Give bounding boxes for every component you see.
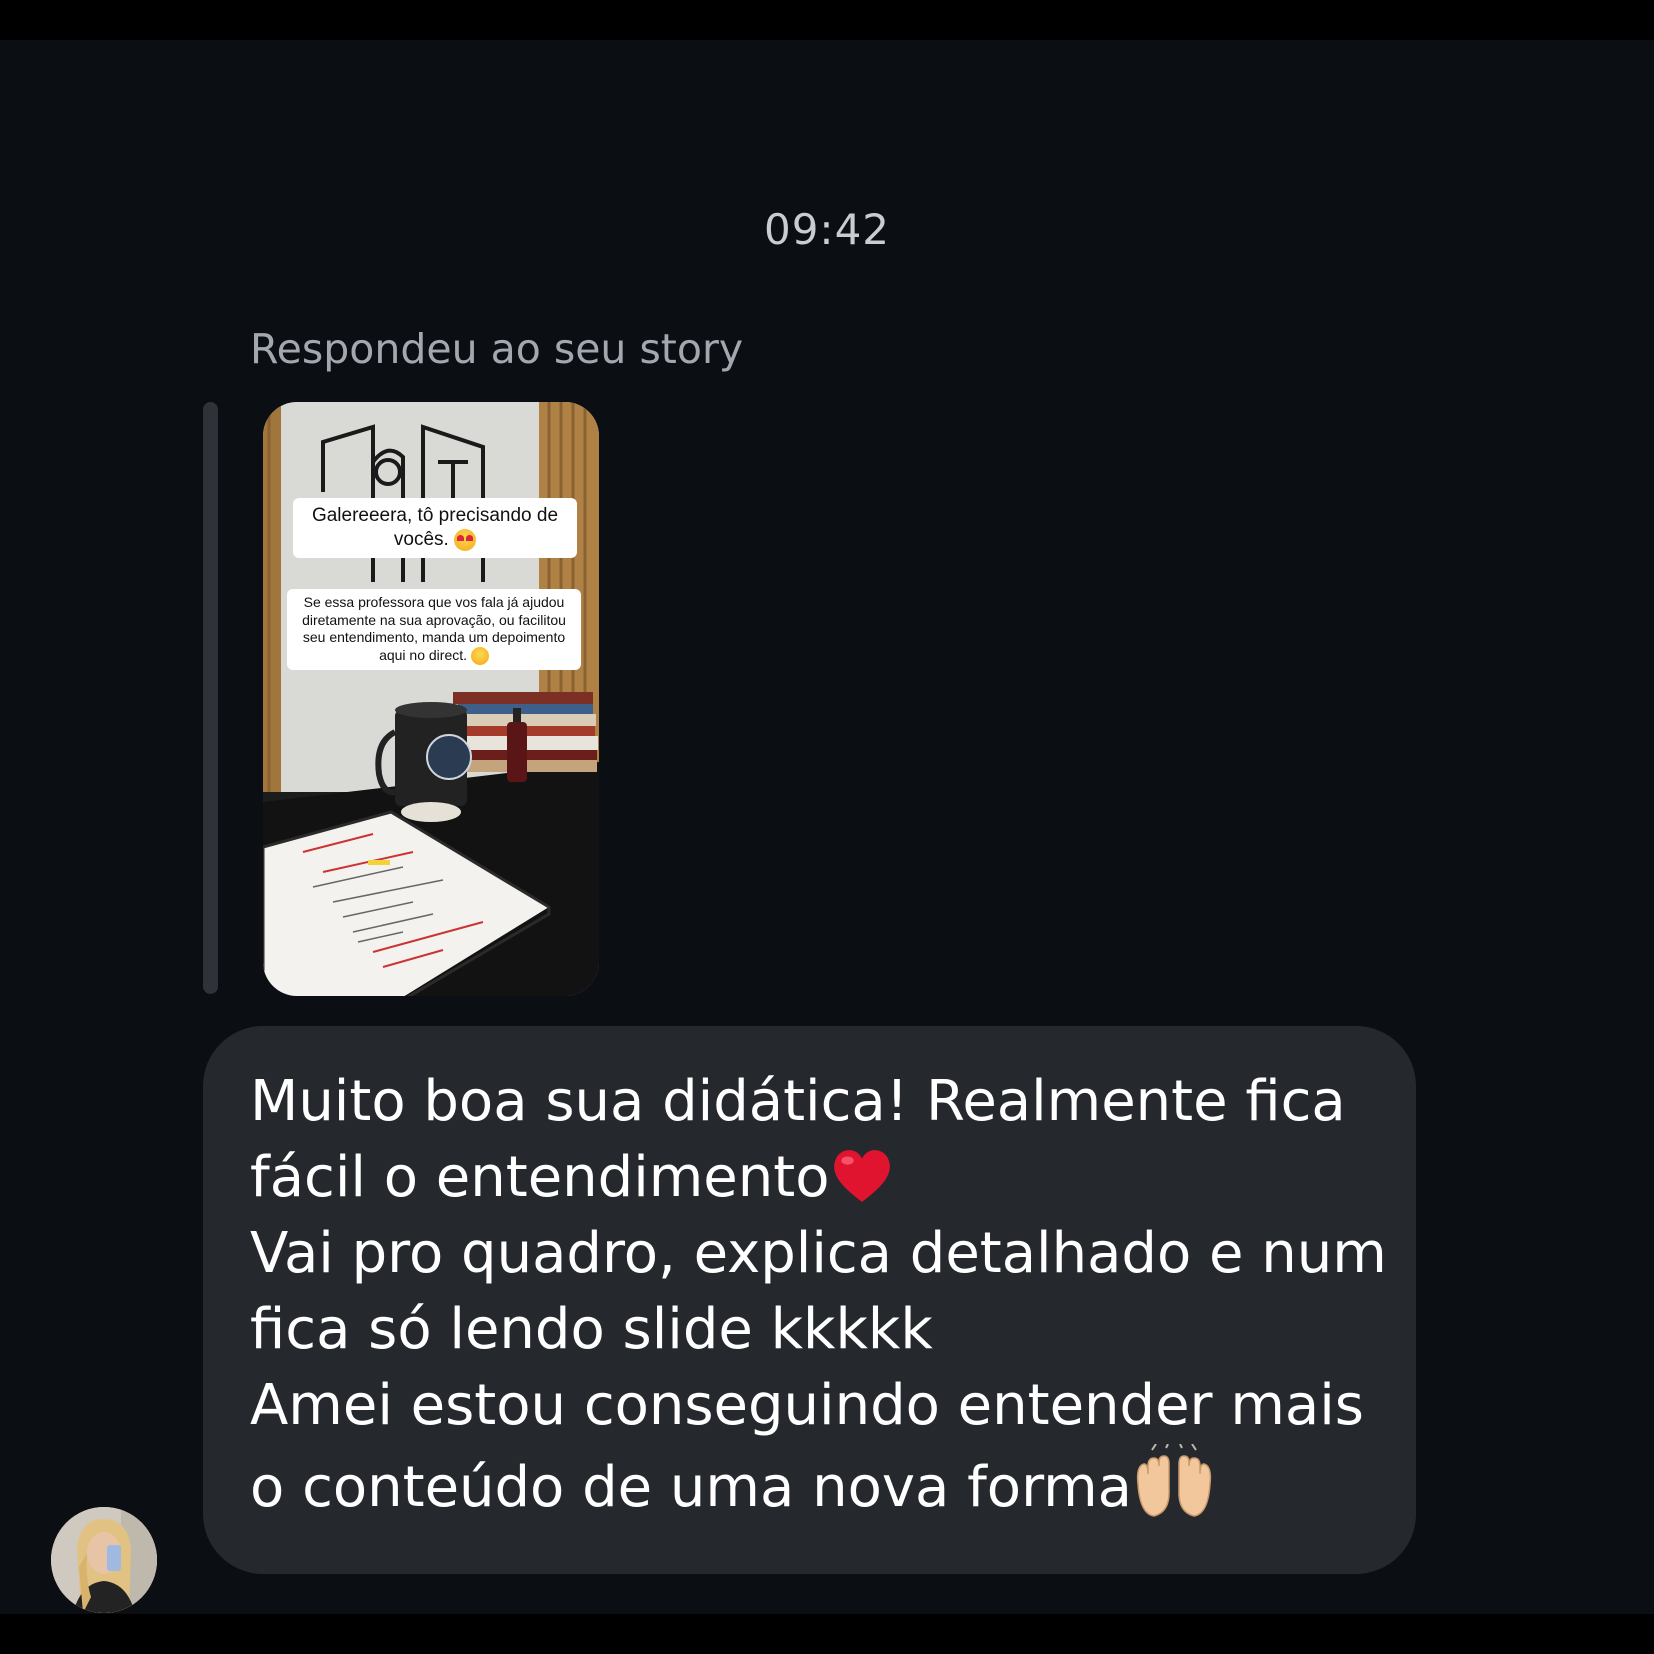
story-caption-main-text: Galereeera, tô precisando de vocês. bbox=[311, 505, 559, 550]
avatar-photo bbox=[51, 1507, 157, 1613]
red-heart-emoji-icon bbox=[834, 1150, 891, 1202]
message-line: Amei estou conseguindo entender mais bbox=[250, 1373, 1364, 1438]
message-line-text: o conteúdo de uma nova forma bbox=[250, 1455, 1132, 1520]
raising-hands-emoji-icon bbox=[1136, 1444, 1212, 1517]
sender-avatar[interactable] bbox=[51, 1507, 157, 1613]
chat-thread[interactable]: 09:42 Respondeu ao seu story Galereeera,… bbox=[0, 40, 1654, 1614]
heart-eyes-emoji-icon bbox=[454, 528, 477, 551]
message-line: Muito boa sua didática! Realmente fica bbox=[250, 1069, 1346, 1134]
message-line-text: fácil o entendimento bbox=[250, 1145, 830, 1210]
story-caption-sub: Se essa professora que vos fala já ajudo… bbox=[287, 589, 581, 670]
story-caption-sub-text: Se essa professora que vos fala já ajudo… bbox=[302, 594, 566, 663]
reply-indicator-bar bbox=[203, 402, 218, 994]
message-bubble[interactable]: Muito boa sua didática! Realmente fica f… bbox=[203, 1026, 1416, 1574]
message-line: fácil o entendimento bbox=[250, 1140, 1372, 1216]
star-struck-emoji-icon bbox=[470, 646, 489, 665]
message-line: Vai pro quadro, explica detalhado e num bbox=[250, 1221, 1387, 1286]
story-caption-main: Galereeera, tô precisando de vocês. bbox=[293, 498, 577, 558]
message-line: fica só lendo slide kkkkk bbox=[250, 1297, 933, 1362]
screen: 09:42 Respondeu ao seu story Galereeera,… bbox=[0, 0, 1654, 1654]
story-reply-label: Respondeu ao seu story bbox=[250, 325, 744, 373]
story-image bbox=[263, 402, 599, 996]
message-timestamp: 09:42 bbox=[763, 205, 891, 254]
story-thumbnail[interactable]: Galereeera, tô precisando de vocês. Se e… bbox=[263, 402, 599, 996]
message-line: o conteúdo de uma nova forma bbox=[250, 1444, 1372, 1526]
